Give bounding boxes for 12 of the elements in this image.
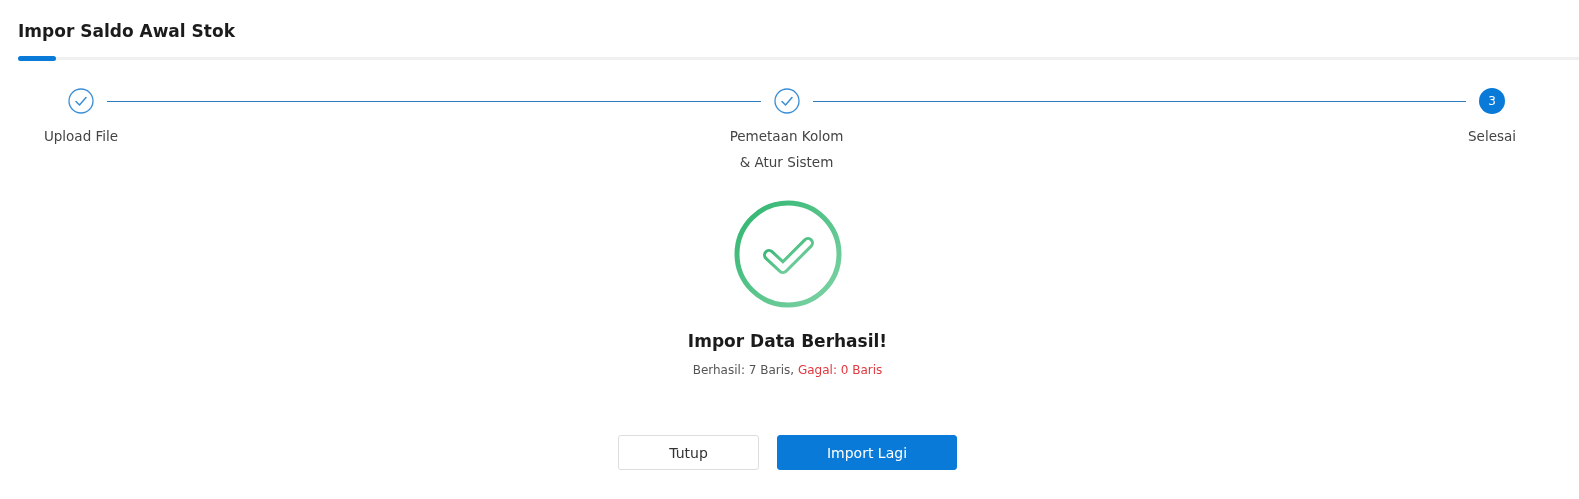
- close-button[interactable]: Tutup: [618, 435, 759, 470]
- step-number: 3: [1479, 88, 1505, 114]
- success-check-icon: [732, 199, 843, 309]
- success-count: Berhasil: 7 Baris,: [692, 363, 795, 377]
- step-label: Pemetaan Kolom & Atur Sistem: [729, 127, 844, 172]
- result-heading: Impor Data Berhasil!: [687, 331, 888, 351]
- tab-indicator: [18, 56, 56, 61]
- failed-count: Gagal: 0 Baris: [797, 363, 883, 377]
- import-again-button[interactable]: Import Lagi: [777, 435, 957, 470]
- step-label: Selesai: [1468, 127, 1516, 146]
- page-title: Impor Saldo Awal Stok: [18, 20, 236, 43]
- step-label: Upload File: [43, 127, 119, 146]
